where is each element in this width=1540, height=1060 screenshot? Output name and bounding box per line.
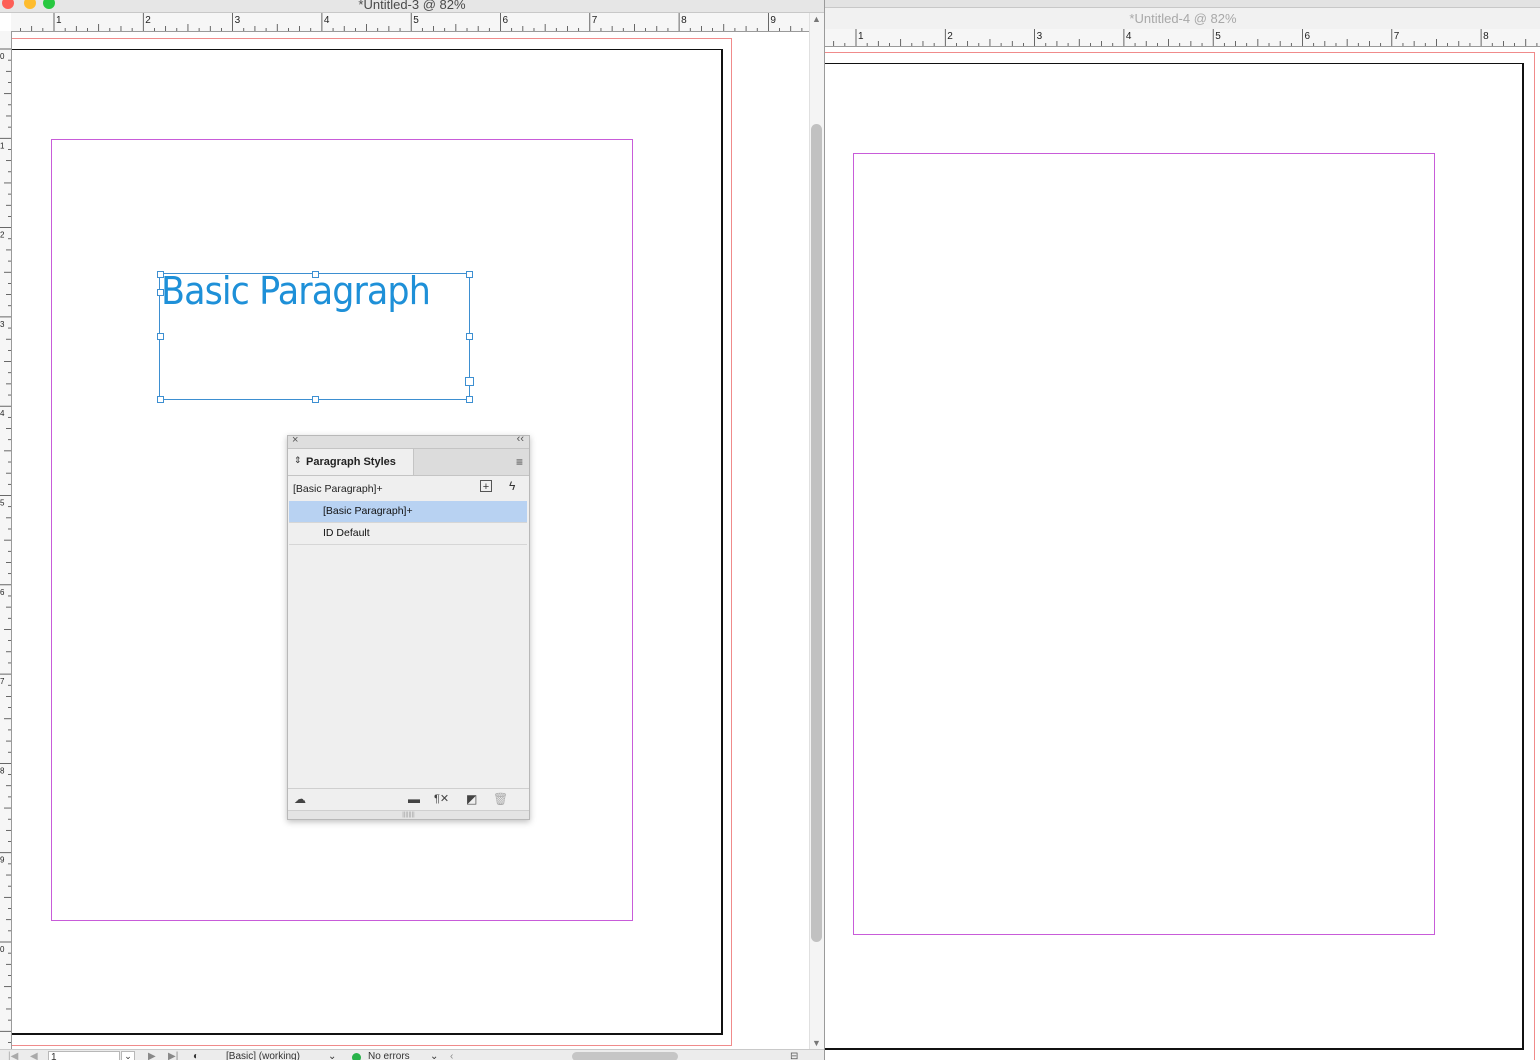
ruler-number: 1: [858, 31, 864, 42]
frame-handle-top[interactable]: [312, 271, 319, 278]
in-port-handle[interactable]: [157, 289, 164, 296]
ruler-number: 7: [0, 677, 5, 686]
ruler-number: 2: [145, 15, 151, 26]
ruler-ticks: 1 2 3 4 5 6 7 8: [833, 29, 1538, 46]
ruler-ticks: 1 2 3 4 5 6 7 8 9: [20, 13, 803, 31]
window-title: *Untitled-3 @ 82%: [358, 0, 466, 12]
split-window-icon[interactable]: ⊟: [790, 1051, 798, 1060]
window-title: *Untitled-4 @ 82%: [1129, 11, 1237, 26]
updown-arrows-icon: ⇕: [294, 455, 302, 465]
ruler-number: 6: [503, 15, 509, 26]
ruler-number: 9: [0, 856, 5, 865]
ruler-number: 4: [324, 15, 330, 26]
ruler-number: 2: [947, 31, 953, 42]
ruler-ticks: 0 1 2 3 4 5 6 7 8 9 0: [0, 48, 11, 1043]
cloud-library-icon[interactable]: ☁: [294, 792, 306, 806]
text-frame[interactable]: Basic Paragraph: [157, 269, 474, 403]
frame-handle-top-left[interactable]: [157, 271, 164, 278]
ruler-number: 5: [413, 15, 419, 26]
vertical-ruler[interactable]: 0 1 2 3 4 5 6 7 8 9 0: [0, 31, 12, 1049]
panel-footer: ☁ ▬ ¶✕ ◩ 🗑: [288, 788, 529, 811]
ruler-number: 5: [1215, 31, 1221, 42]
margin-guide: [853, 153, 1435, 935]
tab-strip[interactable]: [825, 0, 1540, 8]
panel-tab-bar: ⇕ Paragraph Styles ≡: [288, 449, 529, 476]
style-item[interactable]: ID Default: [289, 523, 527, 545]
close-icon[interactable]: ×: [292, 434, 298, 446]
ruler-number: 0: [0, 945, 5, 954]
panel-menu-icon[interactable]: ≡: [516, 455, 523, 469]
ruler-number: 6: [1305, 31, 1311, 42]
delete-icon[interactable]: 🗑: [493, 792, 508, 806]
status-bar: |◀ ◀ 1 ⌄ ▶ ▶| ◐ [Basic] (working) ⌄ No e…: [0, 1049, 824, 1060]
frame-handle-bottom-right[interactable]: [466, 396, 473, 403]
ruler-number: 9: [770, 15, 776, 26]
last-page-icon[interactable]: ▶|: [168, 1051, 178, 1060]
panel-resize-handle[interactable]: ||||||||: [288, 810, 529, 819]
ruler-number: 3: [235, 15, 241, 26]
frame-handle-top-right[interactable]: [466, 271, 473, 278]
preflight-dropdown-icon[interactable]: ⌄: [430, 1051, 438, 1060]
new-style-from-selection-icon[interactable]: +: [480, 480, 492, 493]
ruler-number: 7: [1394, 31, 1400, 42]
frame-text[interactable]: Basic Paragraph: [161, 269, 431, 313]
title-bar[interactable]: *Untitled-4 @ 82%: [825, 8, 1540, 29]
horizontal-scroll-thumb[interactable]: [572, 1052, 678, 1060]
new-style-icon[interactable]: ◩: [466, 792, 477, 806]
tab-paragraph-styles[interactable]: ⇕ Paragraph Styles: [288, 449, 414, 475]
first-page-icon[interactable]: |◀: [8, 1051, 18, 1060]
ruler-number: 2: [0, 231, 5, 240]
tab-label: Paragraph Styles: [306, 456, 396, 468]
horizontal-ruler[interactable]: 1 2 3 4 5 6 7 8: [825, 29, 1540, 47]
frame-handle-bottom[interactable]: [312, 396, 319, 403]
ruler-number: 5: [0, 499, 5, 508]
paragraph-styles-panel: × ‹‹ ⇕ Paragraph Styles ≡ [Basic Paragra…: [287, 433, 530, 820]
ruler-number: 7: [592, 15, 598, 26]
ruler-number: 0: [0, 52, 5, 61]
scroll-down-icon[interactable]: ▼: [812, 1038, 821, 1048]
previous-page-icon[interactable]: ◀: [30, 1051, 38, 1060]
lightning-icon[interactable]: ϟ: [509, 479, 515, 493]
ruler-number: 8: [681, 15, 687, 26]
current-style-label: [Basic Paragraph]+: [293, 483, 383, 495]
preflight-menu-icon[interactable]: ◐: [193, 1051, 199, 1060]
clear-overrides-icon[interactable]: ¶✕: [434, 792, 449, 805]
vertical-scroll-thumb[interactable]: [811, 124, 822, 942]
pasteboard[interactable]: [825, 47, 1540, 1060]
style-item[interactable]: [Basic Paragraph]+: [289, 501, 527, 523]
new-group-icon[interactable]: ▬: [408, 792, 420, 806]
ruler-number: 3: [0, 320, 5, 329]
document-window-right: *Untitled-4 @ 82% 1 2 3 4 5 6 7 8: [824, 0, 1540, 1060]
ruler-number: 3: [1037, 31, 1043, 42]
ruler-number: 4: [1126, 31, 1132, 42]
collapse-icon[interactable]: ‹‹: [517, 433, 524, 445]
title-bar[interactable]: *Untitled-3 @ 82%: [0, 0, 824, 13]
frame-handle-right[interactable]: [466, 333, 473, 340]
preflight-profile[interactable]: [Basic] (working): [226, 1051, 300, 1060]
ruler-number: 4: [0, 409, 5, 418]
out-port-handle[interactable]: [465, 377, 474, 386]
horizontal-ruler[interactable]: 1 2 3 4 5 6 7 8 9: [11, 13, 809, 32]
style-item-label: [Basic Paragraph]+: [323, 505, 413, 517]
scroll-up-icon[interactable]: ▲: [812, 14, 821, 24]
frame-handle-left[interactable]: [157, 333, 164, 340]
ruler-number: 1: [56, 15, 62, 26]
profile-dropdown-icon[interactable]: ⌄: [328, 1051, 336, 1060]
ruler-number: 8: [1483, 31, 1489, 42]
scroll-left-icon[interactable]: ‹: [450, 1051, 453, 1060]
ruler-number: 8: [0, 766, 5, 775]
preflight-status[interactable]: No errors: [368, 1051, 410, 1060]
style-item-label: ID Default: [323, 527, 370, 539]
panel-drag-bar[interactable]: × ‹‹: [288, 433, 529, 449]
page-number-field[interactable]: 1: [48, 1051, 120, 1060]
preflight-status-icon: [352, 1053, 361, 1060]
next-page-icon[interactable]: ▶: [148, 1051, 156, 1060]
frame-handle-bottom-left[interactable]: [157, 396, 164, 403]
ruler-number: 1: [0, 141, 5, 150]
page-dropdown-icon[interactable]: ⌄: [121, 1051, 135, 1060]
ruler-number: 6: [0, 588, 5, 597]
